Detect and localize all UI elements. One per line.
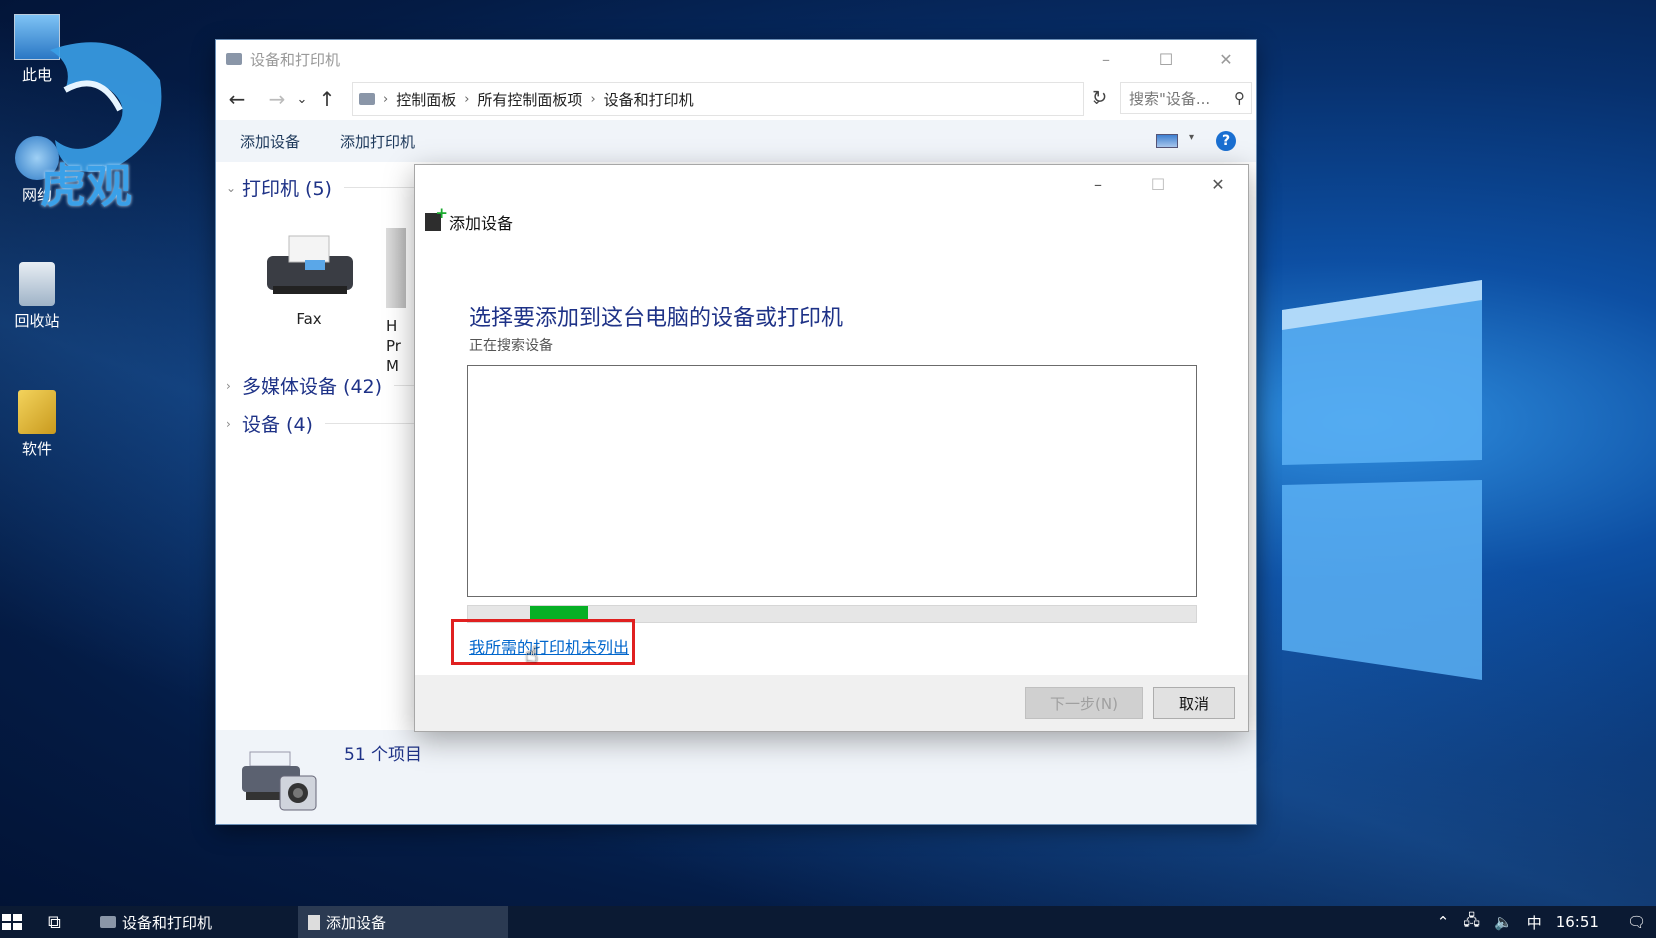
device-fax[interactable]: Fax — [254, 228, 364, 328]
forward-arrow-icon[interactable]: → — [262, 87, 292, 111]
group-multimedia[interactable]: › 多媒体设备 (42) — [226, 372, 415, 399]
dialog-minimize-button[interactable]: – — [1068, 165, 1128, 203]
refresh-icon[interactable]: ↻ — [1092, 87, 1107, 108]
taskbar: ⧉ 设备和打印机 添加设备 ⌃ 🖧 🔈 中 16:51 🗨 — [0, 906, 1656, 938]
add-device-icon — [308, 914, 320, 930]
fax-printer-icon — [267, 235, 353, 294]
close-button[interactable]: ✕ — [1196, 40, 1256, 78]
windows-logo-wallpaper — [1282, 280, 1482, 680]
show-hidden-icons-icon[interactable]: ⌃ — [1437, 913, 1450, 931]
device-label: Fax — [296, 310, 322, 328]
group-devices[interactable]: › 设备 (4) — [226, 410, 425, 437]
task-view-icon[interactable]: ⧉ — [48, 912, 61, 933]
taskbar-item-label: 设备和打印机 — [122, 913, 213, 932]
system-tray: ⌃ 🖧 🔈 中 16:51 🗨 — [1437, 906, 1646, 938]
add-device-dialog: – ☐ ✕ 添加设备 选择要添加到这台电脑的设备或打印机 正在搜索设备 我所需的… — [415, 165, 1248, 731]
dialog-footer: 下一步(N) 取消 — [415, 675, 1248, 731]
add-printer-button[interactable]: 添加打印机 — [340, 131, 415, 152]
change-view-icon[interactable] — [1156, 134, 1178, 148]
add-device-button[interactable]: 添加设备 — [240, 131, 300, 152]
dialog-window-controls: – ☐ ✕ — [1068, 165, 1248, 203]
help-icon[interactable]: ? — [1216, 131, 1236, 151]
taskbar-item-label: 添加设备 — [326, 913, 387, 932]
desktop-icon-label: 软件 — [21, 440, 52, 458]
clock[interactable]: 16:51 — [1556, 913, 1599, 931]
back-arrow-icon[interactable]: ← — [222, 87, 252, 111]
action-center-icon[interactable]: 🗨 — [1627, 913, 1646, 931]
view-dropdown-icon[interactable]: ▾ — [1189, 132, 1194, 143]
dialog-heading: 选择要添加到这台电脑的设备或打印机 — [469, 306, 844, 331]
details-pane: 51 个项目 — [216, 730, 1256, 824]
devices-printers-icon — [242, 751, 317, 811]
location-icon — [359, 93, 375, 105]
up-arrow-icon[interactable]: ↑ — [312, 87, 342, 111]
dialog-maximize-button: ☐ — [1150, 174, 1166, 194]
chevron-down-icon: ⌄ — [226, 180, 237, 195]
start-windows-icon[interactable] — [2, 914, 22, 930]
item-count: 51 个项目 — [344, 745, 423, 765]
next-button[interactable]: 下一步(N) — [1025, 687, 1143, 719]
desktop-icon-recycle-bin[interactable]: 回收站 — [2, 262, 72, 331]
dialog-title: 添加设备 — [449, 214, 514, 233]
volume-icon[interactable]: 🔈 — [1494, 913, 1513, 931]
window-controls: – ☐ ✕ — [1076, 40, 1256, 78]
folder-icon — [18, 390, 56, 434]
add-device-icon — [425, 204, 448, 231]
chevron-right-icon: › — [226, 416, 231, 431]
minimize-button[interactable]: – — [1076, 40, 1136, 78]
search-placeholder: 搜索"设备... — [1129, 89, 1211, 108]
device-label: H Pr M — [386, 317, 401, 375]
taskbar-item-devices-printers[interactable]: 设备和打印机 — [90, 906, 290, 938]
printer-folder-icon — [100, 916, 116, 928]
desktop-icon-label: 回收站 — [14, 312, 60, 330]
desktop-icon-software[interactable]: 软件 — [2, 390, 72, 459]
taskbar-item-add-device[interactable]: 添加设备 — [298, 906, 508, 938]
hand-cursor-icon: ☝ — [525, 643, 539, 668]
highlight-box — [451, 619, 635, 665]
recycle-bin-icon — [19, 262, 55, 306]
address-bar[interactable]: › 控制面板 › 所有控制面板项 › 设备和打印机 ⌄ — [352, 82, 1103, 116]
device-list[interactable] — [467, 365, 1197, 597]
network-icon[interactable]: 🖧 — [1463, 910, 1480, 935]
command-bar: 添加设备 添加打印机 ▾ ? — [216, 120, 1256, 162]
recent-locations-chevron-icon[interactable]: ⌄ — [292, 92, 312, 107]
printer-folder-icon — [226, 53, 242, 65]
group-label: 多媒体设备 (42) — [242, 376, 383, 398]
breadcrumb-control-panel[interactable]: 控制面板 — [396, 89, 456, 110]
group-label: 打印机 (5) — [242, 178, 332, 200]
ime-indicator[interactable]: 中 — [1527, 912, 1542, 933]
search-status: 正在搜索设备 — [469, 338, 553, 354]
window-title: 设备和打印机 — [250, 50, 341, 69]
printer-icon — [386, 228, 406, 308]
breadcrumb-devices-printers[interactable]: 设备和打印机 — [604, 89, 694, 110]
dialog-close-button[interactable]: ✕ — [1188, 165, 1248, 203]
dialog-header: 添加设备 — [425, 204, 514, 234]
group-label: 设备 (4) — [242, 414, 313, 436]
search-icon: ⚲ — [1234, 89, 1245, 107]
watermark-text: 虎观 — [40, 159, 132, 213]
breadcrumb-all-items[interactable]: 所有控制面板项 — [477, 89, 582, 110]
device-printer-2[interactable]: H Pr M — [386, 228, 416, 376]
search-input[interactable]: 搜索"设备... ⚲ — [1120, 82, 1252, 114]
maximize-button[interactable]: ☐ — [1136, 40, 1196, 78]
group-printers[interactable]: ⌄ 打印机 (5) — [226, 174, 424, 201]
nav-controls: ← → ⌄ ↑ — [222, 80, 342, 118]
chevron-right-icon: › — [226, 378, 231, 393]
cancel-button[interactable]: 取消 — [1153, 687, 1235, 719]
